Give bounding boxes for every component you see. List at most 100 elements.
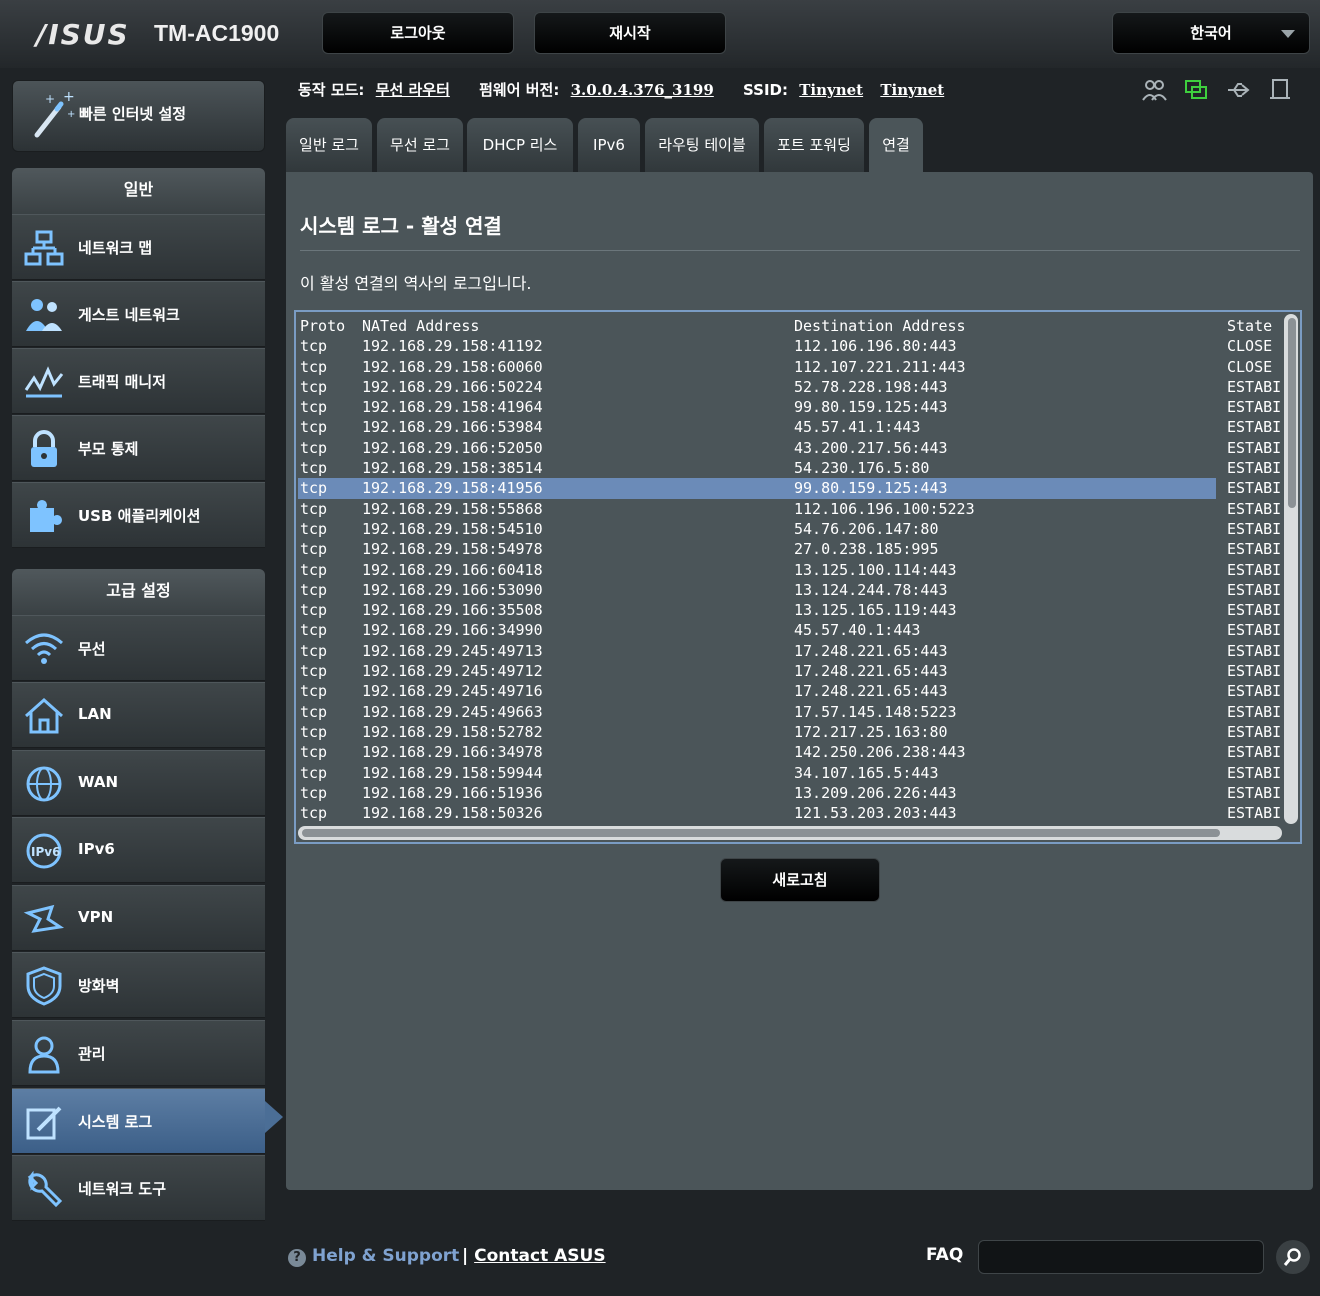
connection-log-textarea[interactable]: Proto NATed Address Destination Address …: [294, 310, 1302, 844]
table-cell: tcp: [300, 499, 328, 518]
internet-status-icon[interactable]: [1182, 76, 1210, 104]
table-cell: tcp: [300, 438, 328, 457]
tab-connections[interactable]: 연결: [869, 118, 923, 174]
table-cell: tcp: [300, 783, 328, 802]
sidebar-item-traffic-manager[interactable]: 트래픽 매니저: [12, 348, 265, 414]
restart-button[interactable]: 재시작: [534, 12, 726, 54]
table-row[interactable]: tcp 192.168.29.158:55868 112.106.196.100:5…: [298, 499, 1288, 519]
faq-search-input[interactable]: [978, 1240, 1264, 1274]
sidebar-item-label: 방화벽: [78, 977, 120, 995]
table-row[interactable]: tcp 192.168.29.158:60060 112.107.221.211:4…: [298, 357, 1288, 377]
table-cell: 192.168.29.166:52050: [362, 438, 543, 457]
page-title: 시스템 로그 - 활성 연결: [300, 214, 502, 238]
tab-wireless-log[interactable]: 무선 로그: [377, 118, 463, 174]
table-cell: 13.125.100.114:443: [794, 560, 957, 579]
sidebar-item-ipv6[interactable]: IPv6 IPv6: [12, 817, 265, 883]
ssid-link-1[interactable]: Tinynet: [799, 81, 863, 99]
table-row[interactable]: tcp 192.168.29.158:54978 27.0.238.185:995 E…: [298, 539, 1288, 559]
quick-internet-setup-button[interactable]: + + + 빠른 인터넷 설정: [12, 80, 265, 152]
table-row[interactable]: tcp 192.168.29.166:53090 13.124.244.78:443…: [298, 580, 1288, 600]
sidebar-item-label: VPN: [78, 908, 114, 926]
tab-routing-table[interactable]: 라우팅 테이블: [645, 118, 759, 174]
firmware-version-link[interactable]: 3.0.0.4.376_3199: [571, 81, 714, 99]
table-cell: tcp: [300, 357, 328, 376]
table-cell: tcp: [300, 722, 328, 741]
table-row[interactable]: tcp 192.168.29.245:49713 17.248.221.65:443…: [298, 641, 1288, 661]
table-row[interactable]: tcp 192.168.29.158:50326 121.53.203.203:44…: [298, 803, 1288, 823]
sidebar-item-network-tools[interactable]: 네트워크 도구: [12, 1155, 265, 1221]
table-row[interactable]: tcp 192.168.29.166:35508 13.125.165.119:44…: [298, 600, 1288, 620]
tab-dhcp-lease[interactable]: DHCP 리스: [467, 118, 573, 174]
table-row[interactable]: tcp 192.168.29.158:38514 54.230.176.5:80 ES…: [298, 458, 1288, 478]
sidebar-item-guest-network[interactable]: 게스트 네트워크: [12, 281, 265, 347]
help-support-link[interactable]: ? Help & Support: [288, 1246, 459, 1267]
sidebar-item-system-log[interactable]: 시스템 로그: [12, 1088, 265, 1154]
sidebar-item-parental-control[interactable]: 부모 통제: [12, 415, 265, 481]
logout-button[interactable]: 로그아웃: [322, 12, 514, 54]
table-cell: tcp: [300, 519, 328, 538]
table-cell: tcp: [300, 743, 328, 762]
table-row[interactable]: tcp 192.168.29.245:49712 17.248.221.65:443…: [298, 661, 1288, 681]
table-cell: 121.53.203.203:443: [794, 804, 957, 823]
usb-icon[interactable]: [1224, 76, 1252, 104]
sidebar-item-network-map[interactable]: 네트워크 맵: [12, 214, 265, 280]
table-row[interactable]: tcp 192.168.29.166:34990 45.57.40.1:443 EST…: [298, 620, 1288, 640]
page-description: 이 활성 연결의 역사의 로그입니다.: [300, 274, 532, 293]
table-cell: ESTABI: [1227, 499, 1282, 518]
tab-general-log[interactable]: 일반 로그: [286, 118, 372, 174]
tab-ipv6[interactable]: IPv6: [578, 118, 640, 174]
sidebar-item-firewall[interactable]: 방화벽: [12, 952, 265, 1018]
printer-icon[interactable]: [1266, 76, 1294, 104]
contact-asus-link[interactable]: | Contact ASUS: [462, 1246, 606, 1266]
table-cell: 192.168.29.166:53090: [362, 580, 543, 599]
table-row[interactable]: tcp 192.168.29.158:41192 112.106.196.80:44…: [298, 336, 1288, 356]
table-cell: 112.107.221.211:443: [794, 357, 966, 376]
active-indicator-arrow: [265, 1101, 283, 1133]
table-row[interactable]: tcp 192.168.29.245:49663 17.57.145.148:522…: [298, 702, 1288, 722]
sidebar-item-wireless[interactable]: 무선: [12, 615, 265, 681]
faq-search-button[interactable]: [1276, 1240, 1310, 1274]
title-divider: [300, 250, 1300, 251]
table-row[interactable]: tcp 192.168.29.158:59944 34.107.165.5:443 E…: [298, 763, 1288, 783]
vertical-scrollbar-thumb[interactable]: [1288, 318, 1296, 508]
table-cell: 192.168.29.158:60060: [362, 357, 543, 376]
home-icon: [25, 697, 63, 734]
table-cell: ESTABI: [1227, 377, 1282, 396]
sidebar-item-lan[interactable]: LAN: [12, 682, 265, 748]
sidebar-item-usb-application[interactable]: USB 애플리케이션: [12, 482, 265, 548]
sidebar-item-vpn[interactable]: VPN: [12, 885, 265, 951]
svg-text:IPv6: IPv6: [31, 845, 60, 859]
table-row[interactable]: tcp 192.168.29.166:52050 43.200.217.56:443…: [298, 438, 1288, 458]
operation-mode-link[interactable]: 무선 라우터: [376, 81, 450, 99]
table-cell: 192.168.29.245:49712: [362, 662, 543, 681]
table-row[interactable]: tcp 192.168.29.158:54510 54.76.206.147:80 E…: [298, 519, 1288, 539]
table-row[interactable]: tcp 192.168.29.158:41964 99.80.159.125:443…: [298, 397, 1288, 417]
table-row[interactable]: tcp 192.168.29.158:52782 172.217.25.163:80…: [298, 722, 1288, 742]
table-row[interactable]: tcp 192.168.29.166:50224 52.78.228.198:443…: [298, 377, 1288, 397]
table-cell: 17.57.145.148:5223: [794, 702, 957, 721]
table-cell: 17.248.221.65:443: [794, 641, 948, 660]
tab-port-forwarding[interactable]: 포트 포워딩: [764, 118, 864, 174]
svg-text:+: +: [45, 92, 55, 106]
status-info-bar: 동작 모드: 무선 라우터 펌웨어 버전: 3.0.0.4.376_3199 S…: [298, 79, 956, 100]
sidebar-item-administration[interactable]: 관리: [12, 1020, 265, 1086]
table-cell: 192.168.29.245:49663: [362, 702, 543, 721]
table-row[interactable]: tcp 192.168.29.158:41956 99.80.159.125:443…: [298, 478, 1281, 499]
table-row[interactable]: tcp 192.168.29.166:51936 13.209.206.226:44…: [298, 783, 1288, 803]
sidebar-item-label: 네트워크 도구: [78, 1180, 167, 1198]
network-tools-icon: [27, 1170, 63, 1208]
table-row[interactable]: tcp 192.168.29.166:53984 45.57.41.1:443 EST…: [298, 417, 1288, 437]
language-select[interactable]: 한국어: [1112, 12, 1310, 54]
horizontal-scrollbar-thumb[interactable]: [302, 829, 1220, 837]
table-row[interactable]: tcp 192.168.29.166:60418 13.125.100.114:44…: [298, 560, 1288, 580]
ssid-link-2[interactable]: Tinynet: [880, 81, 944, 99]
refresh-button[interactable]: 새로고침: [720, 858, 880, 902]
table-cell: 192.168.29.158:55868: [362, 499, 543, 518]
table-cell: ESTABI: [1227, 479, 1282, 498]
vpn-icon: [23, 904, 65, 933]
table-row[interactable]: tcp 192.168.29.245:49716 17.248.221.65:443…: [298, 681, 1288, 701]
table-cell: 192.168.29.158:38514: [362, 459, 543, 478]
clients-icon[interactable]: [1140, 76, 1168, 104]
sidebar-item-wan[interactable]: WAN: [12, 750, 265, 816]
table-row[interactable]: tcp 192.168.29.166:34978 142.250.206.238:4…: [298, 742, 1288, 762]
